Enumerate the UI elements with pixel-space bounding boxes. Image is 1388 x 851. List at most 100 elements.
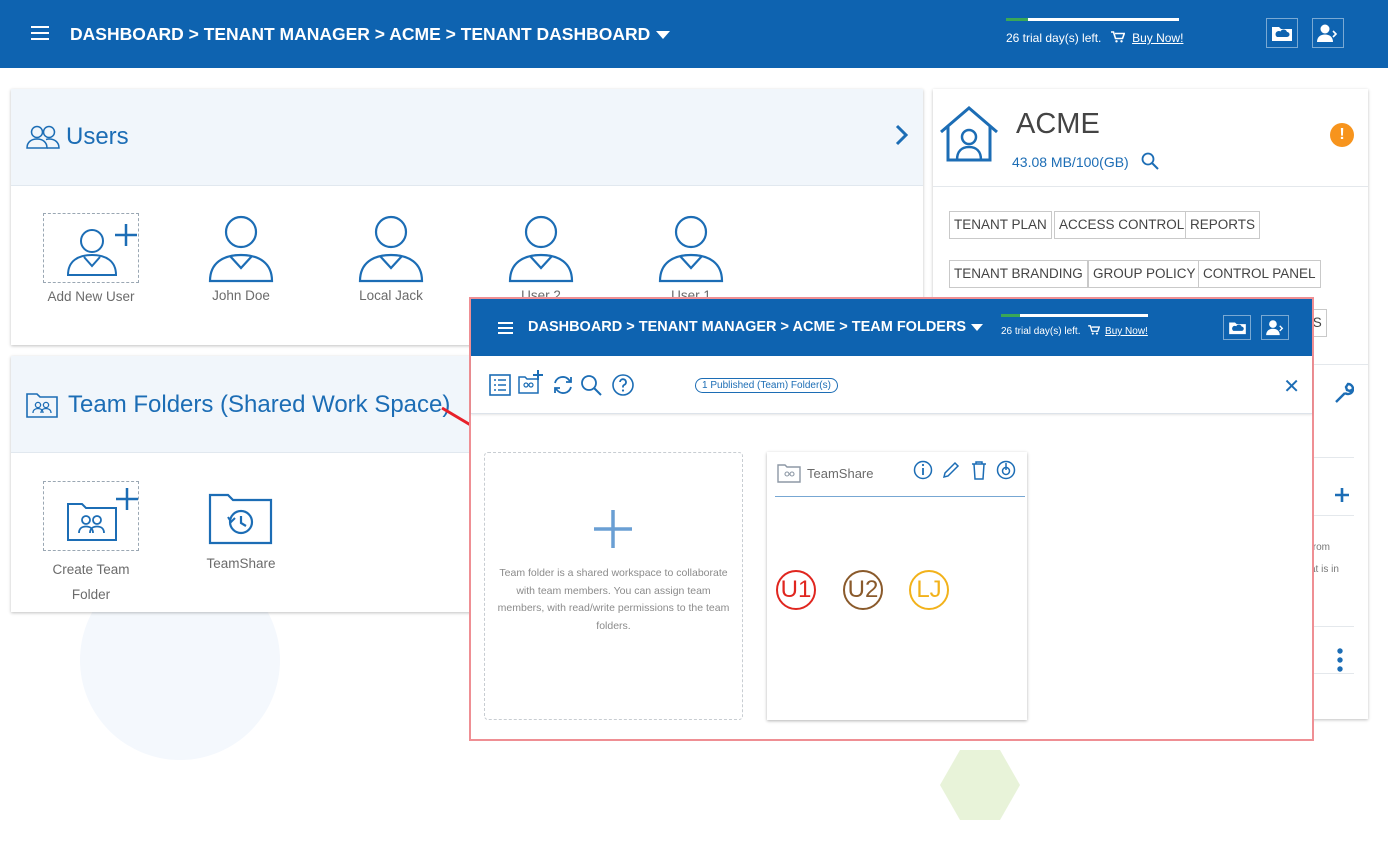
user-item-user-1[interactable]: User 1 — [641, 213, 741, 303]
tenant-snippet: at is in — [1310, 564, 1339, 575]
user-item-local-jack[interactable]: Local Jack — [341, 213, 441, 303]
overlay-toolbar: 1 Published (Team) Folder(s) ✕ — [471, 356, 1312, 414]
caret-down-icon[interactable] — [971, 323, 984, 331]
user-account-button[interactable] — [1261, 315, 1289, 340]
search-icon[interactable] — [1141, 152, 1159, 170]
member-badge-u1[interactable]: U1 — [776, 570, 816, 610]
breadcrumb-text: DASHBOARD > TENANT MANAGER > ACME > TENA… — [70, 24, 651, 44]
cloud-folder-button[interactable] — [1223, 315, 1251, 340]
add-icon[interactable] — [1334, 487, 1350, 503]
user-avatar-icon — [358, 215, 424, 283]
reports-button[interactable]: REPORTS — [1185, 211, 1261, 239]
group-policy-button[interactable]: GROUP POLICY — [1088, 260, 1201, 288]
tenant-branding-button[interactable]: TENANT BRANDING — [949, 260, 1088, 288]
add-user-tile[interactable] — [43, 213, 139, 283]
storage-text: 43.08 MB/100(GB) — [1012, 154, 1129, 170]
create-team-folder-tile[interactable] — [43, 481, 139, 551]
new-folder-description: Team folder is a shared workspace to col… — [497, 567, 730, 632]
add-team-folder-icon[interactable] — [518, 369, 544, 395]
user-label: Add New User — [47, 289, 135, 304]
team-folder-label: TeamShare — [206, 556, 276, 571]
add-new-user-button[interactable]: Add New User — [41, 213, 141, 304]
menu-icon[interactable] — [498, 322, 513, 338]
help-icon[interactable] — [611, 373, 635, 397]
chevron-right-icon[interactable] — [895, 124, 909, 146]
team-folder-icon — [777, 464, 801, 483]
wrench-icon[interactable] — [1334, 382, 1354, 404]
breadcrumb-text: DASHBOARD > TENANT MANAGER > ACME > TEAM… — [528, 319, 967, 335]
team-folder-name: TeamShare — [807, 466, 874, 481]
user-avatar-icon — [508, 215, 574, 283]
more-vertical-icon[interactable] — [1336, 647, 1344, 673]
user-avatar-icon — [658, 215, 724, 283]
trial-progress-bar — [1001, 314, 1148, 317]
card-divider — [775, 496, 1025, 497]
cloud-folder-button[interactable] — [1266, 18, 1298, 48]
edit-pencil-icon[interactable] — [941, 460, 961, 480]
teamshare-folder-card[interactable]: TeamShare U1 U2 LJ — [767, 452, 1027, 720]
tenant-storage: 43.08 MB/100(GB) — [1012, 152, 1159, 170]
trial-progress-fill — [1006, 18, 1029, 21]
search-icon[interactable] — [579, 373, 603, 397]
buy-now-link[interactable]: Buy Now! — [1132, 31, 1183, 45]
new-team-folder-card[interactable]: Team folder is a shared workspace to col… — [484, 452, 743, 720]
tenant-name: ACME — [1016, 108, 1100, 140]
trial-days-text: 26 trial day(s) left. — [1001, 326, 1081, 337]
label-line: Folder — [71, 587, 111, 602]
overlay-header: DASHBOARD > TENANT MANAGER > ACME > TEAM… — [471, 299, 1312, 356]
trial-days-text: 26 trial day(s) left. — [1006, 31, 1102, 45]
user-logout-icon — [1317, 24, 1338, 42]
menu-icon[interactable] — [31, 26, 49, 42]
trial-progress-fill — [1001, 314, 1021, 317]
create-team-folder-label: Create Team Folder — [41, 557, 141, 607]
cart-icon[interactable] — [1088, 325, 1101, 335]
tenant-home-icon — [940, 106, 998, 162]
trial-status: 26 trial day(s) left. Buy Now! — [1001, 325, 1148, 337]
users-panel-title: Users — [66, 123, 129, 150]
member-initials: LJ — [916, 576, 942, 603]
overlay-breadcrumb[interactable]: DASHBOARD > TENANT MANAGER > ACME > TEAM… — [528, 319, 984, 335]
breadcrumb[interactable]: DASHBOARD > TENANT MANAGER > ACME > TENA… — [70, 24, 671, 45]
cloud-folder-icon — [1272, 27, 1292, 41]
divider — [933, 186, 1368, 187]
publish-icon[interactable] — [996, 460, 1016, 480]
top-header: DASHBOARD > TENANT MANAGER > ACME > TENA… — [0, 0, 1388, 68]
member-initials: U1 — [780, 576, 812, 603]
tenant-plan-button[interactable]: TENANT PLAN — [949, 211, 1052, 239]
create-team-folder-button[interactable]: Create Team Folder — [41, 481, 141, 607]
info-icon[interactable] — [913, 460, 933, 480]
team-folder-item-teamshare[interactable]: TeamShare — [191, 491, 291, 571]
control-panel-button[interactable]: CONTROL PANEL — [1198, 260, 1321, 288]
caret-down-icon[interactable] — [656, 31, 671, 40]
member-badge-lj[interactable]: LJ — [909, 570, 949, 610]
published-folders-badge[interactable]: 1 Published (Team) Folder(s) — [695, 378, 838, 393]
folder-history-icon — [208, 493, 273, 545]
user-item-user-2[interactable]: User 2 — [491, 213, 591, 303]
users-group-icon — [26, 125, 60, 149]
warning-icon[interactable]: ! — [1330, 123, 1354, 147]
label-line: Create Team — [52, 562, 130, 577]
access-control-button[interactable]: ACCESS CONTROL — [1054, 211, 1190, 239]
user-logout-icon — [1265, 320, 1283, 336]
user-avatar-icon — [208, 215, 274, 283]
user-account-button[interactable] — [1312, 18, 1344, 48]
member-initials: U2 — [847, 576, 879, 603]
list-view-icon[interactable] — [488, 373, 512, 397]
member-badge-u2[interactable]: U2 — [843, 570, 883, 610]
user-label: John Doe — [212, 288, 270, 303]
buy-now-link[interactable]: Buy Now! — [1105, 326, 1148, 337]
cart-icon[interactable] — [1110, 31, 1126, 43]
user-label: Local Jack — [359, 288, 423, 303]
add-user-icon — [66, 224, 137, 276]
background-hexagon — [940, 750, 1020, 820]
team-folder-icon — [26, 393, 58, 418]
add-team-folder-icon — [67, 488, 138, 541]
team-folders-callout: DASHBOARD > TENANT MANAGER > ACME > TEAM… — [469, 297, 1314, 741]
user-item-john-doe[interactable]: John Doe — [191, 213, 291, 303]
close-icon[interactable]: ✕ — [1283, 374, 1300, 399]
cloud-folder-icon — [1228, 322, 1246, 335]
sync-icon[interactable] — [551, 373, 575, 397]
team-folders-panel-title: Team Folders (Shared Work Space) — [68, 391, 451, 418]
trash-icon[interactable] — [970, 460, 988, 480]
trial-status: 26 trial day(s) left. Buy Now! — [1006, 31, 1183, 45]
